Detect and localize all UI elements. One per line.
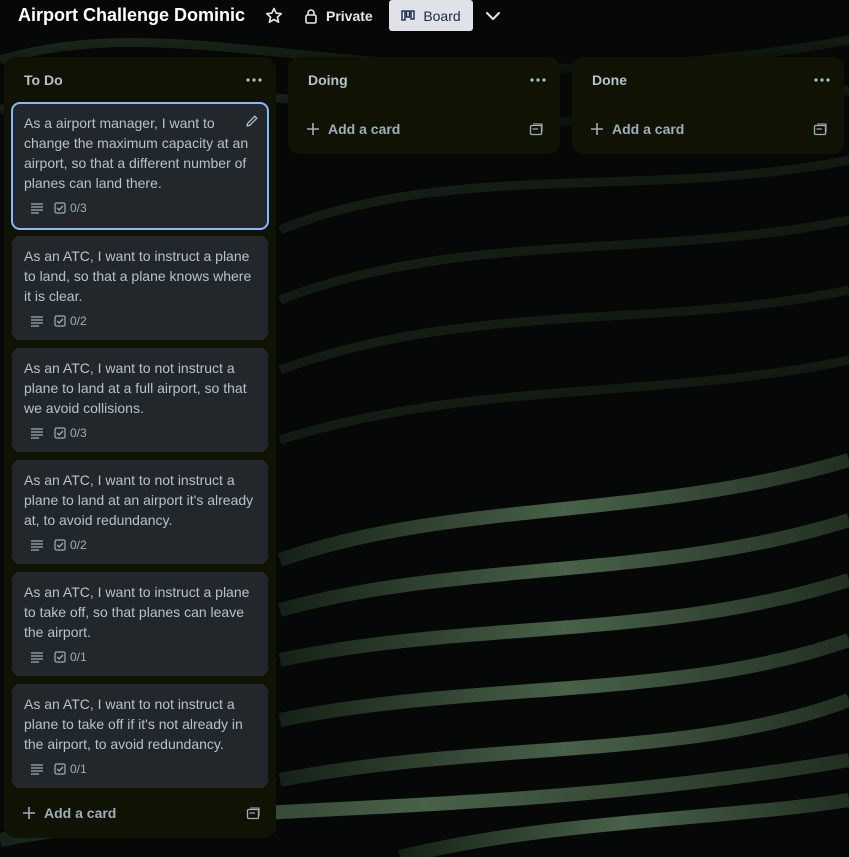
list-title[interactable]: Done	[592, 72, 627, 88]
chevron-down-icon	[486, 12, 500, 20]
create-from-template-button[interactable]	[812, 122, 828, 138]
create-from-template-button[interactable]	[528, 122, 544, 138]
description-icon	[31, 652, 43, 663]
checklist-badge: 0/3	[54, 426, 87, 440]
checkbox-icon	[54, 651, 66, 663]
board-title[interactable]: Airport Challenge Dominic	[18, 5, 245, 26]
card[interactable]: As an ATC, I want to not instruct a plan…	[12, 460, 268, 564]
checkbox-icon	[54, 202, 66, 214]
card-badges: 0/3	[30, 426, 87, 440]
card-title: As an ATC, I want to not instruct a plan…	[24, 696, 243, 752]
card-badges: 0/1	[30, 762, 87, 776]
view-switcher-button[interactable]	[481, 4, 505, 28]
list-doing: Doing Add a card	[288, 57, 560, 154]
list-title[interactable]: To Do	[24, 72, 63, 88]
pencil-icon	[246, 115, 258, 127]
card-title: As an ATC, I want to instruct a plane to…	[24, 584, 250, 640]
add-card-label: Add a card	[44, 805, 117, 821]
plus-icon	[307, 123, 319, 135]
list-actions-button[interactable]	[812, 72, 832, 88]
card-badges: 0/3	[30, 201, 87, 215]
add-card-label: Add a card	[328, 121, 401, 137]
list-to-do: To Do As a airport manager, I want to ch…	[4, 57, 276, 838]
checklist-count: 0/1	[70, 650, 87, 664]
add-card-button[interactable]: Add a card	[306, 121, 400, 137]
checkbox-icon	[54, 763, 66, 775]
card-badges: 0/2	[30, 314, 87, 328]
more-horizontal-icon	[530, 78, 546, 82]
checklist-badge: 0/1	[54, 650, 87, 664]
checkbox-icon	[54, 315, 66, 327]
board-view-button[interactable]: Board	[389, 0, 473, 31]
description-icon	[31, 316, 43, 327]
checklist-badge: 0/3	[54, 201, 87, 215]
card-title: As an ATC, I want to not instruct a plan…	[24, 472, 254, 528]
list-done: Done Add a card	[572, 57, 844, 154]
card-template-icon	[529, 123, 543, 136]
list-title[interactable]: Doing	[308, 72, 348, 88]
visibility-label: Private	[326, 8, 373, 24]
description-icon	[31, 540, 43, 551]
list-header: Doing	[288, 57, 560, 103]
card-title: As a airport manager, I want to change t…	[24, 115, 249, 191]
card-title: As an ATC, I want to instruct a plane to…	[24, 248, 252, 304]
checklist-count: 0/1	[70, 762, 87, 776]
checklist-count: 0/3	[70, 201, 87, 215]
star-board-button[interactable]	[264, 6, 284, 26]
card[interactable]: As an ATC, I want to not instruct a plan…	[12, 348, 268, 452]
card-title: As an ATC, I want to not instruct a plan…	[24, 360, 247, 416]
plus-icon	[23, 807, 35, 819]
more-horizontal-icon	[246, 78, 262, 82]
card[interactable]: As a airport manager, I want to change t…	[11, 102, 269, 230]
board-view-icon	[401, 9, 416, 21]
plus-icon	[591, 123, 603, 135]
card[interactable]: As an ATC, I want to not instruct a plan…	[12, 684, 268, 788]
description-icon	[31, 428, 43, 439]
list-actions-button[interactable]	[528, 72, 548, 88]
add-card-button[interactable]: Add a card	[590, 121, 684, 137]
list-header: To Do	[4, 57, 276, 103]
create-from-template-button[interactable]	[245, 806, 261, 822]
add-card-button[interactable]: Add a card	[22, 805, 116, 821]
add-card-label: Add a card	[612, 121, 685, 137]
card[interactable]: As an ATC, I want to instruct a plane to…	[12, 572, 268, 676]
checkbox-icon	[54, 427, 66, 439]
board-header: Airport Challenge Dominic Private Board	[0, 0, 849, 34]
visibility-button[interactable]: Private	[304, 4, 373, 28]
list-actions-button[interactable]	[244, 72, 264, 88]
board-view-label: Board	[423, 7, 461, 24]
description-icon	[31, 764, 43, 775]
checklist-count: 0/2	[70, 314, 87, 328]
checklist-count: 0/3	[70, 426, 87, 440]
checklist-badge: 0/2	[54, 538, 87, 552]
lock-icon	[305, 9, 317, 24]
list-header: Done	[572, 57, 844, 103]
edit-card-button[interactable]	[244, 113, 260, 129]
more-horizontal-icon	[814, 78, 830, 82]
checklist-count: 0/2	[70, 538, 87, 552]
description-icon	[31, 203, 43, 214]
star-icon	[265, 7, 283, 23]
checklist-badge: 0/2	[54, 314, 87, 328]
card-badges: 0/2	[30, 538, 87, 552]
checklist-badge: 0/1	[54, 762, 87, 776]
checkbox-icon	[54, 539, 66, 551]
card[interactable]: As an ATC, I want to instruct a plane to…	[12, 236, 268, 340]
card-template-icon	[813, 123, 827, 136]
card-badges: 0/1	[30, 650, 87, 664]
card-template-icon	[246, 807, 260, 820]
